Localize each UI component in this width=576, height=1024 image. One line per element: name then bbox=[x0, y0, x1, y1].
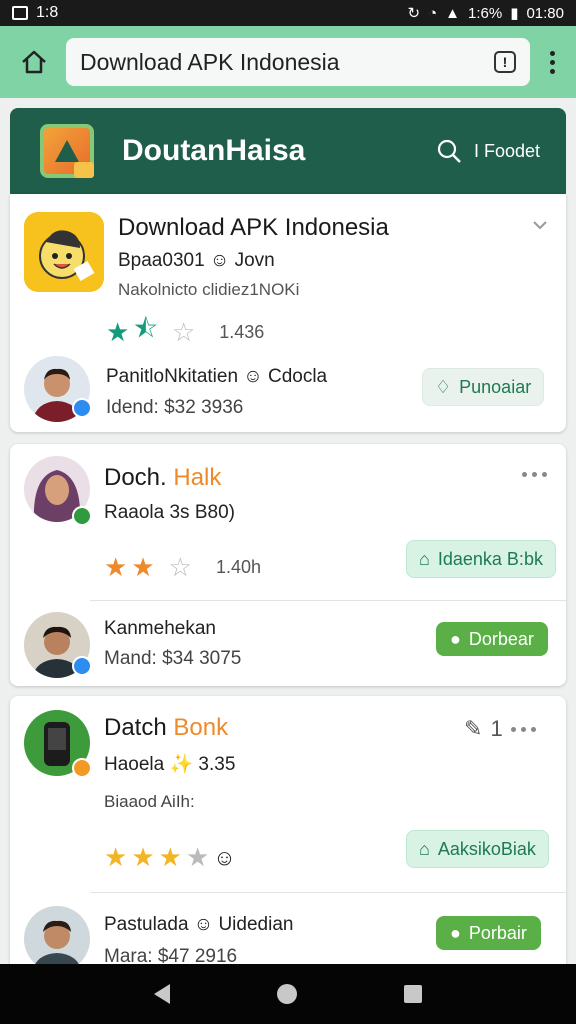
browser-toolbar: Download APK Indonesia ! bbox=[0, 26, 576, 98]
app-meta: Biaaod AiIh: bbox=[104, 792, 195, 811]
bag-icon: ⌂ bbox=[419, 838, 430, 859]
app-title[interactable]: Doch. Halk bbox=[104, 464, 221, 492]
primary-action-label: Punoaiar bbox=[459, 376, 532, 397]
download-button[interactable]: ● Dorbear bbox=[436, 622, 548, 656]
status-bar: 1:8 ↻ ◔ ▲ 1:6% ▮ 01:80 bbox=[0, 0, 576, 26]
app-subtitle: Haoela ✨ 3.35 bbox=[104, 754, 236, 775]
reviewer-name: Pastulada ☺ Uidedian bbox=[104, 914, 294, 935]
chevron-down-icon[interactable] bbox=[532, 220, 552, 232]
app-avatar-wrap bbox=[24, 456, 94, 526]
app-header: DoutanHaisa I Foodet bbox=[10, 108, 566, 194]
star-icon: ★ bbox=[106, 316, 130, 347]
back-icon[interactable] bbox=[153, 984, 170, 1004]
more-options-icon[interactable] bbox=[510, 726, 536, 732]
divider bbox=[90, 892, 566, 893]
app-icon bbox=[24, 212, 104, 292]
recents-icon[interactable] bbox=[404, 985, 423, 1003]
reviewer-price: Mand: $34 3075 bbox=[104, 648, 242, 669]
star-empty-icon: ☆ bbox=[171, 316, 196, 347]
sync-icon: ↻ bbox=[407, 5, 421, 22]
edit-count-value: 1 bbox=[490, 716, 503, 741]
reviewer-price: Idend: $32 3936 bbox=[106, 397, 244, 418]
location-pin-icon: ● bbox=[450, 922, 461, 943]
star-empty-icon: ☆ bbox=[168, 552, 192, 582]
status-left-text: 1:8 bbox=[36, 4, 59, 21]
app-card[interactable]: Doch. Halk Raaola 3s B80) ★ ★ ☆ 1.40h ⌂ … bbox=[10, 444, 566, 686]
secondary-action-label: AaksikoBiak bbox=[437, 838, 536, 859]
system-nav-bar bbox=[0, 964, 576, 1024]
more-options-button[interactable] bbox=[542, 50, 562, 74]
app-rating: ★ ★ ☆ 1.40h bbox=[104, 552, 261, 583]
location-pin-icon: ● bbox=[450, 628, 461, 649]
more-options-icon[interactable] bbox=[522, 472, 547, 477]
tag-icon: ♢ bbox=[435, 376, 452, 397]
featured-app-title[interactable]: Download APK Indonesia bbox=[118, 214, 389, 242]
featured-rating: ★ ⯪ ☆ 1.436 bbox=[106, 310, 264, 354]
notification-icon bbox=[12, 6, 28, 20]
battery-text: 1:6% bbox=[467, 4, 503, 22]
signal-icon: ▲ bbox=[445, 4, 460, 22]
search-icon bbox=[437, 139, 461, 163]
bag-icon: ⌂ bbox=[419, 548, 430, 569]
battery-icon: ▮ bbox=[510, 5, 519, 22]
avatar bbox=[24, 906, 90, 972]
badge-icon bbox=[72, 506, 92, 526]
star-icon: ★ bbox=[104, 842, 128, 872]
secondary-action-label: Idaenka B:bk bbox=[437, 548, 543, 569]
header-search-label: I Foodet bbox=[473, 140, 540, 161]
primary-action-button[interactable]: ♢ Punoaiar bbox=[422, 368, 545, 406]
featured-app-subtitle: Bpaa0301 ☺ Jovn bbox=[118, 250, 275, 271]
verified-badge-icon bbox=[72, 398, 92, 418]
divider bbox=[90, 600, 566, 601]
reviewer-avatar-wrap bbox=[24, 612, 94, 682]
reviewer-avatar-wrap bbox=[24, 356, 94, 426]
rating-value: 1.40h bbox=[215, 557, 261, 577]
featured-app-meta: Nakolnicto clidiez1NOKi bbox=[118, 280, 300, 299]
secondary-action-button[interactable]: ⌂ AaksikoBiak bbox=[406, 830, 549, 868]
app-title: DoutanHaisa bbox=[122, 134, 306, 167]
app-subtitle: Raaola 3s B80) bbox=[104, 502, 235, 523]
header-search[interactable]: I Foodet bbox=[436, 138, 540, 164]
star-half-icon: ⯪ bbox=[133, 313, 158, 343]
secondary-action-button[interactable]: ⌂ Idaenka B:bk bbox=[406, 540, 556, 578]
url-bar[interactable]: Download APK Indonesia ! bbox=[66, 38, 530, 86]
reviewer-name: PanitloNkitatien ☺ Cdocla bbox=[106, 366, 328, 387]
home-circle-icon[interactable] bbox=[276, 984, 297, 1004]
wifi-icon: ◔ bbox=[428, 4, 438, 22]
star-empty-icon: ★ bbox=[185, 842, 210, 872]
star-icon: ★ bbox=[131, 842, 155, 872]
url-text: Download APK Indonesia bbox=[80, 48, 340, 75]
download-button-label: Dorbear bbox=[468, 628, 534, 649]
rating-value: 1.436 bbox=[219, 321, 265, 342]
app-rating: ★ ★ ★ ★ ☺ bbox=[104, 842, 236, 873]
reviewer-name: Kanmehekan bbox=[104, 618, 216, 639]
app-title[interactable]: Datch Bonk bbox=[104, 714, 228, 742]
emoji-icon: ☺ bbox=[213, 844, 236, 870]
star-icon: ★ bbox=[131, 552, 155, 582]
edit-icon: ✎ bbox=[464, 716, 483, 741]
app-card[interactable]: Datch Bonk ✎ 1 Haoela ✨ 3.35 Biaaod AiIh… bbox=[10, 696, 566, 976]
status-time: 01:80 bbox=[526, 4, 564, 22]
download-button-label: Porbair bbox=[468, 922, 527, 943]
edit-count[interactable]: ✎ 1 bbox=[464, 716, 536, 742]
star-icon: ★ bbox=[158, 842, 182, 872]
verified-badge-icon bbox=[72, 656, 92, 676]
app-logo bbox=[40, 124, 94, 178]
download-button[interactable]: ● Porbair bbox=[436, 916, 541, 950]
home-icon bbox=[22, 50, 46, 74]
app-avatar-wrap bbox=[24, 710, 94, 780]
featured-app-card[interactable]: Download APK Indonesia Bpaa0301 ☺ Jovn N… bbox=[10, 194, 566, 432]
info-icon[interactable]: ! bbox=[494, 51, 516, 73]
star-icon: ★ bbox=[104, 552, 128, 582]
badge-icon bbox=[72, 758, 92, 778]
home-button[interactable] bbox=[14, 42, 54, 82]
